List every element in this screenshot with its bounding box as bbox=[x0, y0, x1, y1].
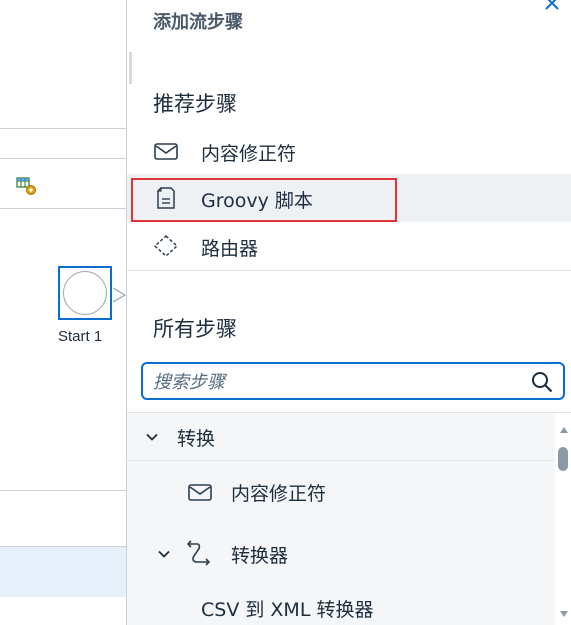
recommended-item-content-modifier[interactable]: 内容修正符 bbox=[127, 127, 571, 175]
tree-item-content-modifier[interactable]: 内容修正符 bbox=[127, 461, 555, 519]
flow-canvas[interactable]: Start 1 bbox=[0, 0, 127, 625]
tree-group-label: 转换 bbox=[177, 428, 216, 450]
highlight-annotation-box bbox=[131, 178, 397, 222]
start-event-circle bbox=[63, 271, 107, 315]
canvas-bottom-bar bbox=[0, 547, 127, 597]
start-event-node[interactable] bbox=[58, 266, 112, 320]
canvas-divider bbox=[0, 158, 127, 159]
all-steps-tree: 转换 内容修正符 转换器 CSV 到 XML 转换器 bbox=[127, 413, 555, 625]
panel-title: 添加流步骤 bbox=[153, 12, 243, 33]
tree-item-label: CSV 到 XML 转换器 bbox=[201, 599, 374, 621]
router-diamond-icon bbox=[153, 235, 179, 257]
tree-item-csv-to-xml-converter[interactable]: CSV 到 XML 转换器 bbox=[127, 585, 555, 625]
tree-group-transform[interactable]: 转换 bbox=[127, 413, 555, 461]
section-divider bbox=[127, 270, 571, 271]
step-search-box[interactable] bbox=[141, 362, 565, 400]
recommended-item-label: 内容修正符 bbox=[201, 143, 297, 165]
all-steps-heading: 所有步骤 bbox=[153, 317, 237, 341]
search-icon[interactable] bbox=[531, 371, 553, 393]
envelope-icon bbox=[154, 143, 178, 160]
tree-group-converter[interactable]: 转换器 bbox=[127, 525, 555, 583]
node-connector-handle-icon[interactable] bbox=[113, 282, 127, 308]
canvas-divider bbox=[0, 208, 127, 209]
envelope-icon bbox=[188, 484, 212, 501]
scrollbar-thumb[interactable] bbox=[558, 447, 568, 471]
tree-vertical-scrollbar[interactable] bbox=[555, 413, 571, 625]
chevron-down-icon[interactable] bbox=[157, 547, 171, 561]
tree-item-label: 内容修正符 bbox=[231, 483, 327, 505]
close-icon[interactable] bbox=[543, 0, 561, 12]
recommended-item-router[interactable]: 路由器 bbox=[127, 222, 571, 270]
palette-grid-gear-icon[interactable] bbox=[16, 176, 38, 196]
start-event-label: Start 1 bbox=[58, 328, 103, 345]
scroll-down-arrow-icon[interactable] bbox=[559, 609, 569, 619]
canvas-divider bbox=[0, 490, 127, 491]
converter-arrows-icon bbox=[186, 540, 211, 566]
tree-group-label: 转换器 bbox=[231, 545, 289, 567]
canvas-divider bbox=[0, 128, 127, 129]
recommended-item-label: 路由器 bbox=[201, 238, 259, 260]
chevron-down-icon[interactable] bbox=[145, 430, 159, 444]
step-search-input[interactable] bbox=[153, 370, 513, 394]
panel-resize-grip[interactable] bbox=[129, 52, 132, 84]
add-flow-step-panel: 添加流步骤 推荐步骤 内容修正符 Groovy 脚本 路由器 所有步骤 搜索步骤… bbox=[126, 0, 571, 625]
scroll-up-arrow-icon[interactable] bbox=[559, 425, 569, 435]
recommended-steps-heading: 推荐步骤 bbox=[153, 92, 237, 116]
